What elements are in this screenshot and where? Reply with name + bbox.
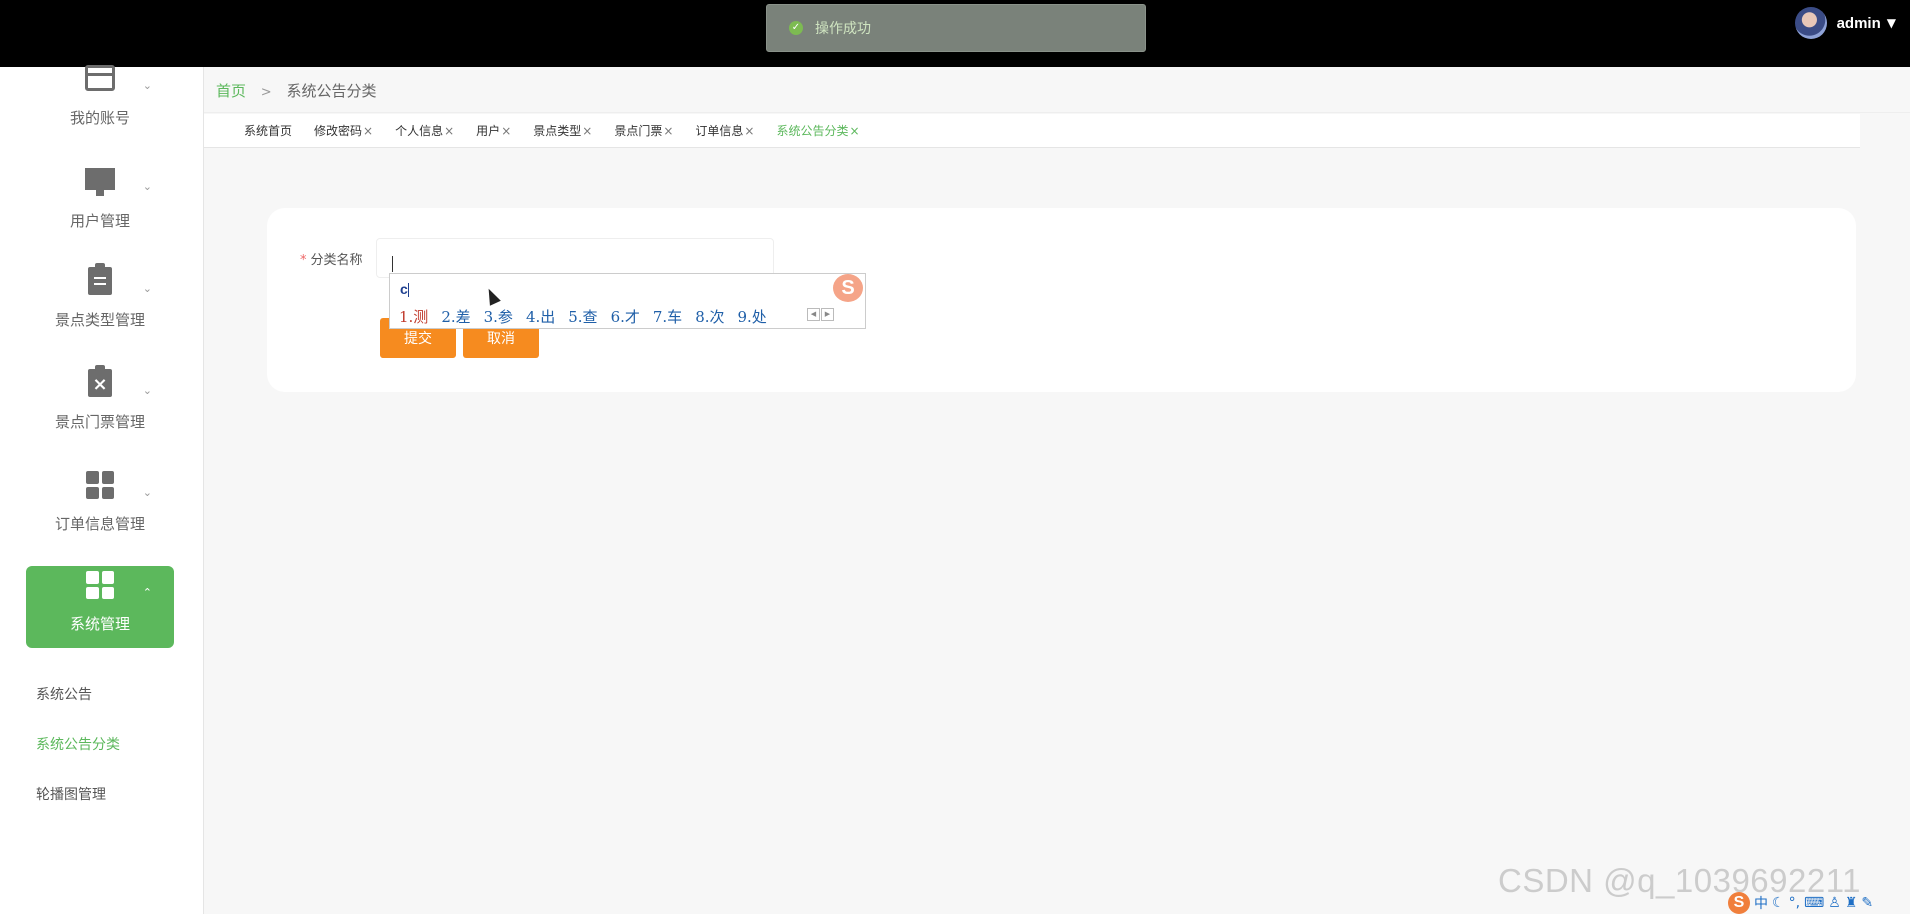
- caret-down-icon[interactable]: ▼: [1887, 16, 1896, 30]
- ime-candidate[interactable]: 5.查: [568, 306, 597, 327]
- ime-candidates: 1.测 2.差 3.参 4.出 5.查 6.才 7.车 8.次 9.处: [399, 306, 780, 327]
- sidebar-item-my-account[interactable]: 我的账号 ⌄: [26, 59, 174, 141]
- ime-tray: S 中 ☾ °, ⌨ ♙ ♜ ✎: [1728, 891, 1873, 914]
- tab-scenic-types[interactable]: 景点类型×: [533, 122, 592, 139]
- sidebar-item-scenic-types[interactable]: 景点类型管理 ⌄: [26, 262, 174, 344]
- keyboard-icon[interactable]: ⌨: [1804, 895, 1824, 911]
- sidebar-item-users[interactable]: 用户管理 ⌄: [26, 160, 174, 242]
- close-icon[interactable]: ×: [444, 124, 454, 138]
- sidebar-item-label: 景点类型管理: [54, 311, 145, 329]
- sidebar-subitem-carousel[interactable]: 轮播图管理: [36, 784, 106, 804]
- tab-home[interactable]: 系统首页: [244, 122, 292, 139]
- punctuation-icon[interactable]: °,: [1789, 895, 1800, 911]
- chevron-down-icon: ⌄: [142, 180, 152, 193]
- top-bar: ✓ 操作成功 admin ▼: [0, 0, 1910, 67]
- tab-profile[interactable]: 个人信息×: [395, 122, 454, 139]
- ime-candidate[interactable]: 9.处: [738, 306, 767, 327]
- sidebar-item-label: 用户管理: [69, 212, 130, 230]
- ime-prev-icon[interactable]: ◀: [807, 308, 820, 321]
- text-cursor: [392, 256, 393, 272]
- tab-orders[interactable]: 订单信息×: [695, 122, 754, 139]
- sidebar-item-label: 系统管理: [69, 615, 130, 633]
- sidebar-item-label: 景点门票管理: [54, 413, 145, 431]
- sogou-logo-icon: S: [833, 274, 863, 302]
- ime-language[interactable]: 中: [1754, 893, 1768, 913]
- ime-next-icon[interactable]: ▶: [821, 308, 834, 321]
- ime-candidate-box: c S 1.测 2.差 3.参 4.出 5.查 6.才 7.车 8.次 9.处 …: [389, 273, 866, 329]
- sidebar-subitem-announcement-categories[interactable]: 系统公告分类: [36, 734, 120, 754]
- ime-page-controls: ◀ ▶: [807, 308, 835, 321]
- sidebar-item-label: 订单信息管理: [54, 515, 145, 533]
- breadcrumb-home[interactable]: 首页: [216, 82, 246, 100]
- person-icon[interactable]: ♙: [1828, 895, 1841, 911]
- sidebar-item-label: 我的账号: [69, 109, 130, 127]
- close-icon[interactable]: ×: [363, 124, 373, 138]
- ime-candidate[interactable]: 4.出: [526, 306, 555, 327]
- success-toast: ✓ 操作成功: [766, 4, 1146, 52]
- avatar[interactable]: [1794, 7, 1827, 39]
- ime-candidate[interactable]: 6.才: [611, 306, 640, 327]
- tab-bar: 系统首页 修改密码× 个人信息× 用户× 景点类型× 景点门票× 订单信息× 系…: [204, 114, 1860, 148]
- category-name-label: * 分类名称: [300, 253, 363, 268]
- close-icon[interactable]: ×: [744, 124, 754, 138]
- shirt-icon[interactable]: ♜: [1845, 895, 1858, 911]
- sidebar-subitem-announcements[interactable]: 系统公告: [36, 684, 92, 704]
- breadcrumb-separator: >: [260, 85, 272, 100]
- tab-change-password[interactable]: 修改密码×: [314, 122, 373, 139]
- breadcrumb-current: 系统公告分类: [286, 82, 377, 100]
- wrench-icon[interactable]: ✎: [1861, 895, 1873, 911]
- moon-icon[interactable]: ☾: [1772, 895, 1785, 911]
- ime-candidate[interactable]: 1.测: [399, 306, 428, 327]
- close-icon[interactable]: ×: [501, 124, 511, 138]
- chevron-down-icon: ⌄: [142, 384, 152, 397]
- chevron-down-icon: ⌄: [142, 282, 152, 295]
- sogou-tray-icon[interactable]: S: [1728, 891, 1750, 914]
- required-mark: *: [300, 253, 307, 268]
- toast-message: 操作成功: [815, 21, 871, 37]
- chevron-down-icon: ⌄: [142, 486, 152, 499]
- chevron-up-icon: ⌃: [142, 586, 152, 599]
- sidebar-item-orders[interactable]: 订单信息管理 ⌄: [26, 466, 174, 548]
- sidebar-item-tickets[interactable]: × 景点门票管理 ⌄: [26, 364, 174, 446]
- close-icon[interactable]: ×: [663, 124, 673, 138]
- close-icon[interactable]: ×: [582, 124, 592, 138]
- close-icon[interactable]: ×: [850, 124, 860, 138]
- tab-tickets[interactable]: 景点门票×: [614, 122, 673, 139]
- check-circle-icon: ✓: [789, 21, 803, 35]
- ime-candidate[interactable]: 8.次: [695, 306, 724, 327]
- chevron-down-icon: ⌄: [142, 79, 152, 92]
- ime-candidate[interactable]: 2.差: [441, 306, 470, 327]
- sidebar: 我的账号 ⌄ 用户管理 ⌄ 景点类型管理 ⌄ × 景点门票管理 ⌄ 订单信息管理…: [0, 65, 204, 914]
- user-menu[interactable]: admin ▼: [1794, 7, 1896, 39]
- ime-candidate[interactable]: 7.车: [653, 306, 682, 327]
- ime-candidate[interactable]: 3.参: [484, 306, 513, 327]
- ime-composition: c: [400, 281, 409, 298]
- user-name[interactable]: admin: [1837, 15, 1881, 32]
- sidebar-item-system[interactable]: 系统管理 ⌃: [26, 566, 174, 648]
- tab-announcement-categories[interactable]: 系统公告分类×: [776, 122, 859, 139]
- tab-users[interactable]: 用户×: [476, 122, 511, 139]
- breadcrumb: 首页 > 系统公告分类: [204, 67, 1910, 113]
- category-name-input[interactable]: [376, 238, 774, 278]
